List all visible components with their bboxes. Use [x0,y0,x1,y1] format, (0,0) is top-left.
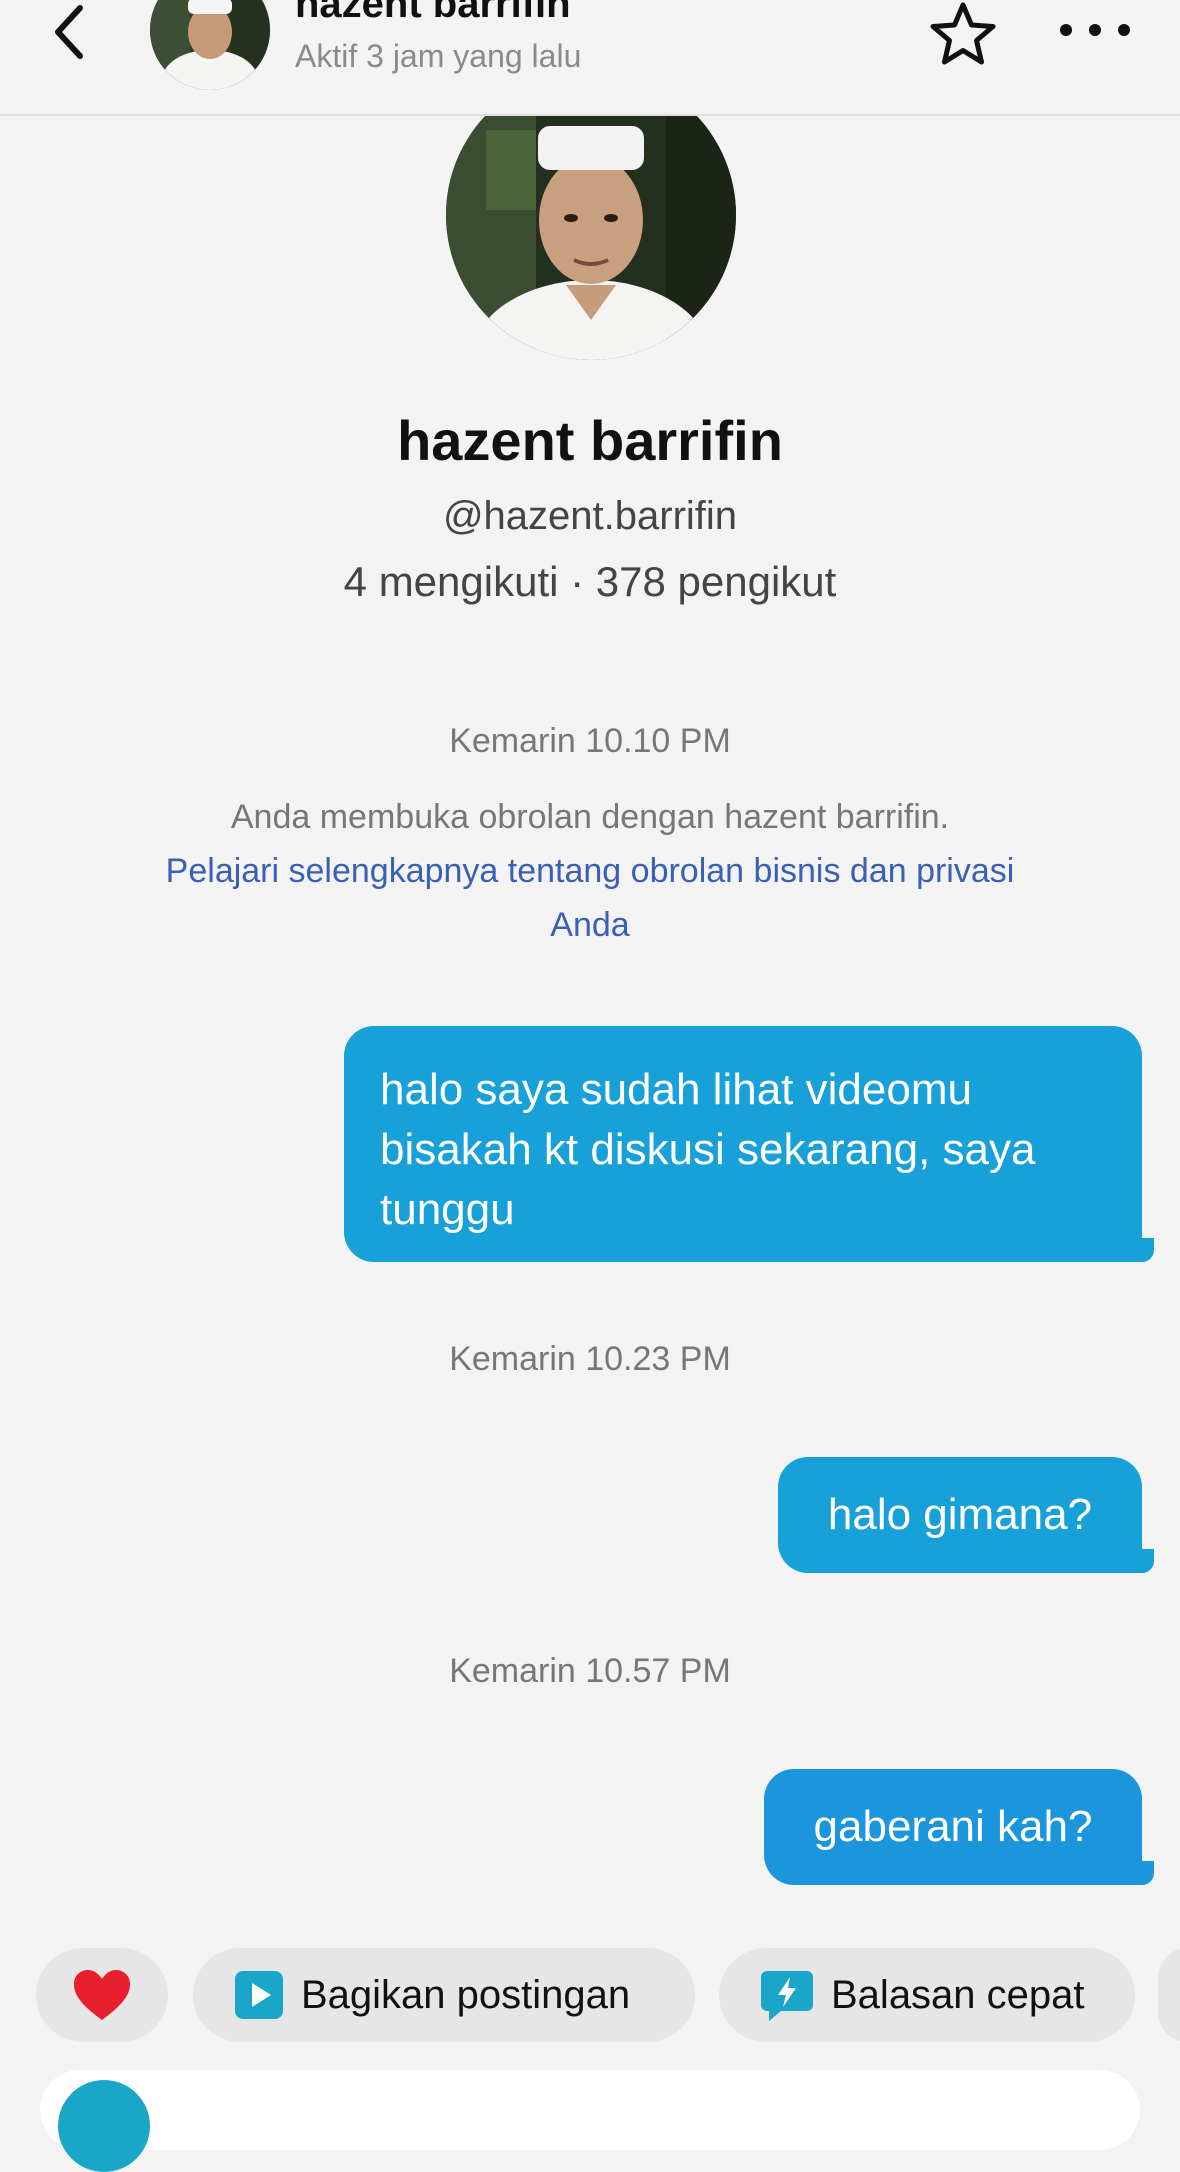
chat-header: hazent barrifin Aktif 3 jam yang lalu [0,0,1180,116]
favorite-button[interactable] [925,0,1001,72]
more-options-button[interactable] [1060,8,1130,52]
back-button[interactable] [44,2,94,62]
profile-stats: 4 mengikuti · 378 pengikut [343,558,837,605]
more-dot-icon [1118,24,1130,36]
more-dot-icon [1060,24,1072,36]
bubble-tail [1124,1861,1154,1885]
message-bubble[interactable]: halo saya sudah lihat videomu bisakah kt… [344,1026,1142,1262]
message-text: halo saya sudah lihat videomu bisakah kt… [380,1065,1036,1234]
active-status: Aktif 3 jam yang lalu [295,38,582,74]
profile-name: hazent barrifin [397,409,783,472]
privacy-link[interactable]: Pelajari selengkapnya tentang obrolan bi… [150,844,1030,952]
camera-button[interactable] [58,2080,150,2172]
play-square-icon [235,1971,283,2019]
bubble-tail [1124,1549,1154,1573]
quick-reply-button[interactable]: Balasan cepat [719,1948,1135,2042]
timestamp: Kemarin 10.10 PM [449,722,731,760]
message-text: halo gimana? [827,1490,1093,1539]
chevron-left-icon [55,5,83,59]
message-text: gaberani kah? [813,1802,1093,1851]
heart-reaction-button[interactable] [36,1948,168,2042]
header-avatar[interactable] [150,0,270,90]
share-post-label: Bagikan postingan [301,1972,631,2017]
notice-text: Anda membuka obrolan dengan hazent barri… [230,798,950,836]
star-icon [930,2,996,65]
quick-reply-icon [761,1971,813,2021]
message-composer[interactable] [40,2070,1140,2150]
message-bubble[interactable]: gaberani kah? [764,1769,1142,1885]
more-dot-icon [1089,24,1101,36]
chat-notice: Anda membuka obrolan dengan hazent barri… [150,790,1030,952]
bubble-tail [1124,1238,1154,1262]
header-name[interactable]: hazent barrifin [295,0,571,27]
more-chip[interactable] [1158,1948,1180,2042]
timestamp: Kemarin 10.23 PM [449,1340,731,1378]
timestamp: Kemarin 10.57 PM [449,1652,731,1690]
quick-reply-label: Balasan cepat [831,1972,1085,2017]
message-bubble[interactable]: halo gimana? [778,1457,1142,1573]
heart-icon [74,1970,130,2020]
profile-handle: @hazent.barrifin [442,494,738,538]
share-post-button[interactable]: Bagikan postingan [193,1948,695,2042]
